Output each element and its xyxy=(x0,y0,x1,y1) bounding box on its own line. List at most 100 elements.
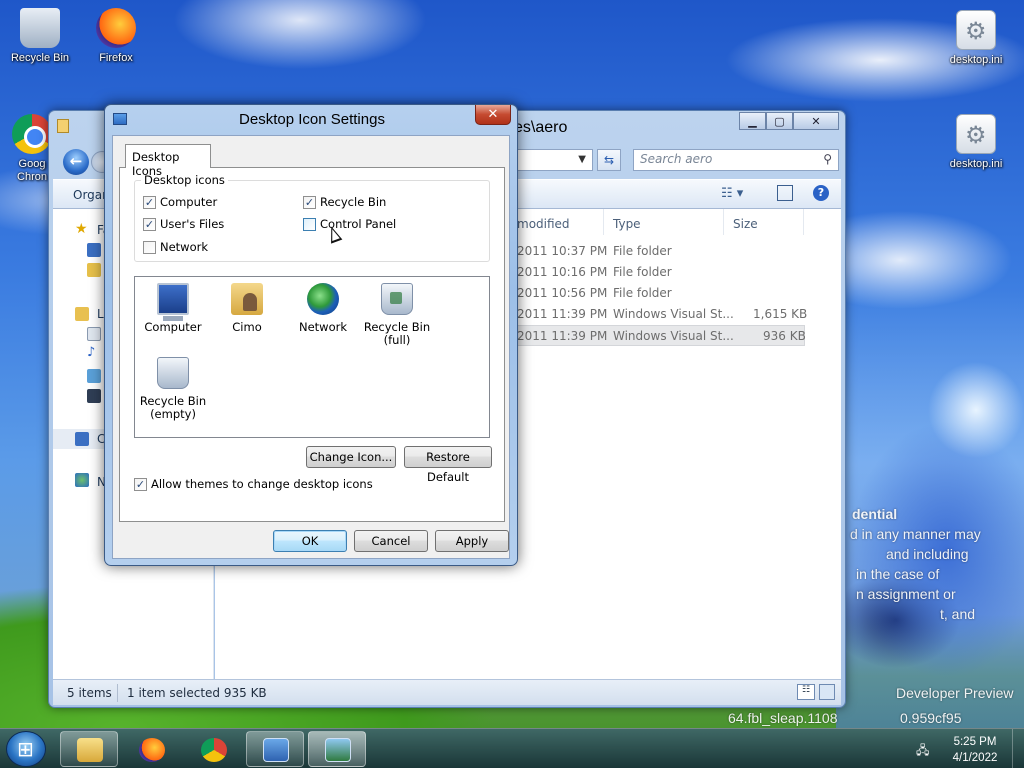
list-item-recycle-bin-empty[interactable]: Recycle Bin (empty) xyxy=(135,357,211,421)
ok-button[interactable]: OK xyxy=(273,530,347,552)
refresh-button[interactable]: ⇆ xyxy=(597,149,621,171)
tab-panel: Desktop icons ✓ Computer ✓ Recycle Bin ✓… xyxy=(119,167,505,522)
back-button[interactable]: ← xyxy=(63,149,89,175)
desktop-settings-icon xyxy=(325,738,351,762)
tab-desktop-icons[interactable]: Desktop Icons xyxy=(125,144,211,178)
start-button[interactable] xyxy=(6,731,46,767)
item-count: 5 items xyxy=(67,686,112,700)
recycle-bin-empty-icon xyxy=(157,357,189,389)
wallpaper-text: 0.959cf95 xyxy=(900,710,962,726)
row-date: 2011 11:39 PM xyxy=(517,329,608,343)
status-bar: 5 items 1 item selected 935 KB ☷ xyxy=(53,679,841,705)
search-input[interactable]: Search aero ⚲ xyxy=(633,149,839,171)
column-divider[interactable] xyxy=(803,209,804,235)
checkbox-control-panel[interactable]: Control Panel xyxy=(303,217,396,231)
maximize-button[interactable]: ▢ xyxy=(766,112,793,130)
downloads-icon xyxy=(87,263,101,277)
checkbox-label: User's Files xyxy=(160,217,225,231)
icon-preview-list[interactable]: Computer Cimo Network Recycle Bin (full) xyxy=(134,276,490,438)
row-type: Windows Visual St... xyxy=(613,329,734,343)
list-item-recycle-bin-full[interactable]: Recycle Bin (full) xyxy=(359,283,435,347)
preview-pane-icon[interactable] xyxy=(777,185,793,201)
music-icon: ♪ xyxy=(87,345,96,360)
row-size: 936 KB xyxy=(763,329,806,343)
wallpaper-text: 64.fbl_sleap.1108 xyxy=(728,710,838,726)
taskbar-chrome[interactable] xyxy=(184,731,242,767)
row-date: 2011 10:37 PM xyxy=(517,244,608,258)
desktop-icon-desktop-ini[interactable]: desktop.ini xyxy=(938,114,1014,171)
star-icon: ★ xyxy=(75,221,88,237)
desktop-icon-firefox[interactable]: Firefox xyxy=(78,8,154,65)
row-type: Windows Visual St... xyxy=(613,307,734,321)
desktop-icons-group: Desktop icons ✓ Computer ✓ Recycle Bin ✓… xyxy=(134,173,490,262)
column-divider[interactable] xyxy=(603,209,604,235)
taskbar-desktop-icon-settings[interactable] xyxy=(308,731,366,767)
column-divider[interactable] xyxy=(723,209,724,235)
tiles-view-icon[interactable] xyxy=(819,684,835,700)
view-options-icon[interactable]: ☷ ▾ xyxy=(721,186,743,201)
desktop-icon-recycle-bin[interactable]: Recycle Bin xyxy=(2,8,78,65)
list-item-computer[interactable]: Computer xyxy=(135,283,211,334)
checkbox-recycle-bin[interactable]: ✓ Recycle Bin xyxy=(303,195,386,209)
checkbox-label: Network xyxy=(160,240,209,254)
control-panel-icon xyxy=(263,738,289,762)
desktop-icon-label: Recycle Bin xyxy=(10,52,70,64)
user-folder-icon xyxy=(231,283,263,315)
chevron-down-icon[interactable]: ▼ xyxy=(578,154,586,165)
network-icon xyxy=(75,473,89,487)
column-header-date[interactable]: modified xyxy=(517,217,570,231)
desktop-icon-desktop-ini[interactable]: desktop.ini xyxy=(938,10,1014,67)
chrome-icon xyxy=(201,738,227,762)
network-tray-icon[interactable]: 🖧 xyxy=(916,741,930,757)
pictures-icon xyxy=(87,369,101,383)
folder-icon xyxy=(77,738,103,762)
list-item-label: Computer xyxy=(144,320,202,334)
wallpaper-text: and including xyxy=(886,546,969,562)
desktop-icon-label: desktop.ini xyxy=(949,158,1003,170)
recycle-bin-full-icon xyxy=(381,283,413,315)
checkbox-box: ✓ xyxy=(143,217,156,231)
desktop-icon-settings-dialog[interactable]: Desktop Icon Settings ✕ Desktop Icons De… xyxy=(104,104,518,566)
details-view-icon[interactable]: ☷ xyxy=(797,684,815,700)
minimize-button[interactable]: ▁ xyxy=(739,112,766,130)
videos-icon xyxy=(87,389,101,403)
help-icon[interactable]: ? xyxy=(813,185,829,201)
status-divider xyxy=(117,684,118,702)
checkbox-label: Allow themes to change desktop icons xyxy=(151,477,373,491)
desktop-icon-label: Firefox xyxy=(99,52,133,64)
selection-info: 1 item selected 935 KB xyxy=(127,686,267,700)
show-desktop-button[interactable] xyxy=(1012,729,1024,768)
close-button[interactable]: ✕ xyxy=(793,112,839,130)
computer-icon xyxy=(157,283,189,321)
dialog-close-button[interactable]: ✕ xyxy=(475,105,511,125)
checkbox-label: Computer xyxy=(160,195,218,209)
column-header-type[interactable]: Type xyxy=(613,217,641,231)
clock[interactable]: 5:25 PM 4/1/2022 xyxy=(940,734,1010,766)
row-type: File folder xyxy=(613,286,672,300)
wallpaper-text: dential xyxy=(852,506,898,522)
restore-default-button[interactable]: Restore Default xyxy=(404,446,492,484)
taskbar-firefox[interactable] xyxy=(122,731,180,767)
window-title: es\aero xyxy=(514,119,568,136)
row-date: 2011 10:16 PM xyxy=(517,265,608,279)
documents-icon xyxy=(87,327,101,341)
wallpaper-text: d in any manner may xyxy=(850,526,981,542)
checkbox-allow-themes[interactable]: ✓ Allow themes to change desktop icons xyxy=(134,477,373,491)
list-item-network[interactable]: Network xyxy=(285,283,361,334)
cancel-button[interactable]: Cancel xyxy=(354,530,428,552)
checkbox-computer[interactable]: ✓ Computer xyxy=(143,195,217,209)
list-item-user-files[interactable]: Cimo xyxy=(209,283,285,334)
apply-button[interactable]: Apply xyxy=(435,530,509,552)
computer-icon xyxy=(75,432,89,446)
checkbox-box xyxy=(143,240,156,254)
recycle-bin-icon xyxy=(20,8,60,48)
taskbar-explorer[interactable] xyxy=(60,731,118,767)
row-date: 2011 10:56 PM xyxy=(517,286,608,300)
column-header-size[interactable]: Size xyxy=(733,217,758,231)
settings-file-icon xyxy=(956,10,996,50)
taskbar-control-panel[interactable] xyxy=(246,731,304,767)
checkbox-users-files[interactable]: ✓ User's Files xyxy=(143,217,224,231)
clock-date: 4/1/2022 xyxy=(952,752,998,764)
change-icon-button[interactable]: Change Icon... xyxy=(306,446,396,468)
checkbox-network[interactable]: Network xyxy=(143,240,208,254)
